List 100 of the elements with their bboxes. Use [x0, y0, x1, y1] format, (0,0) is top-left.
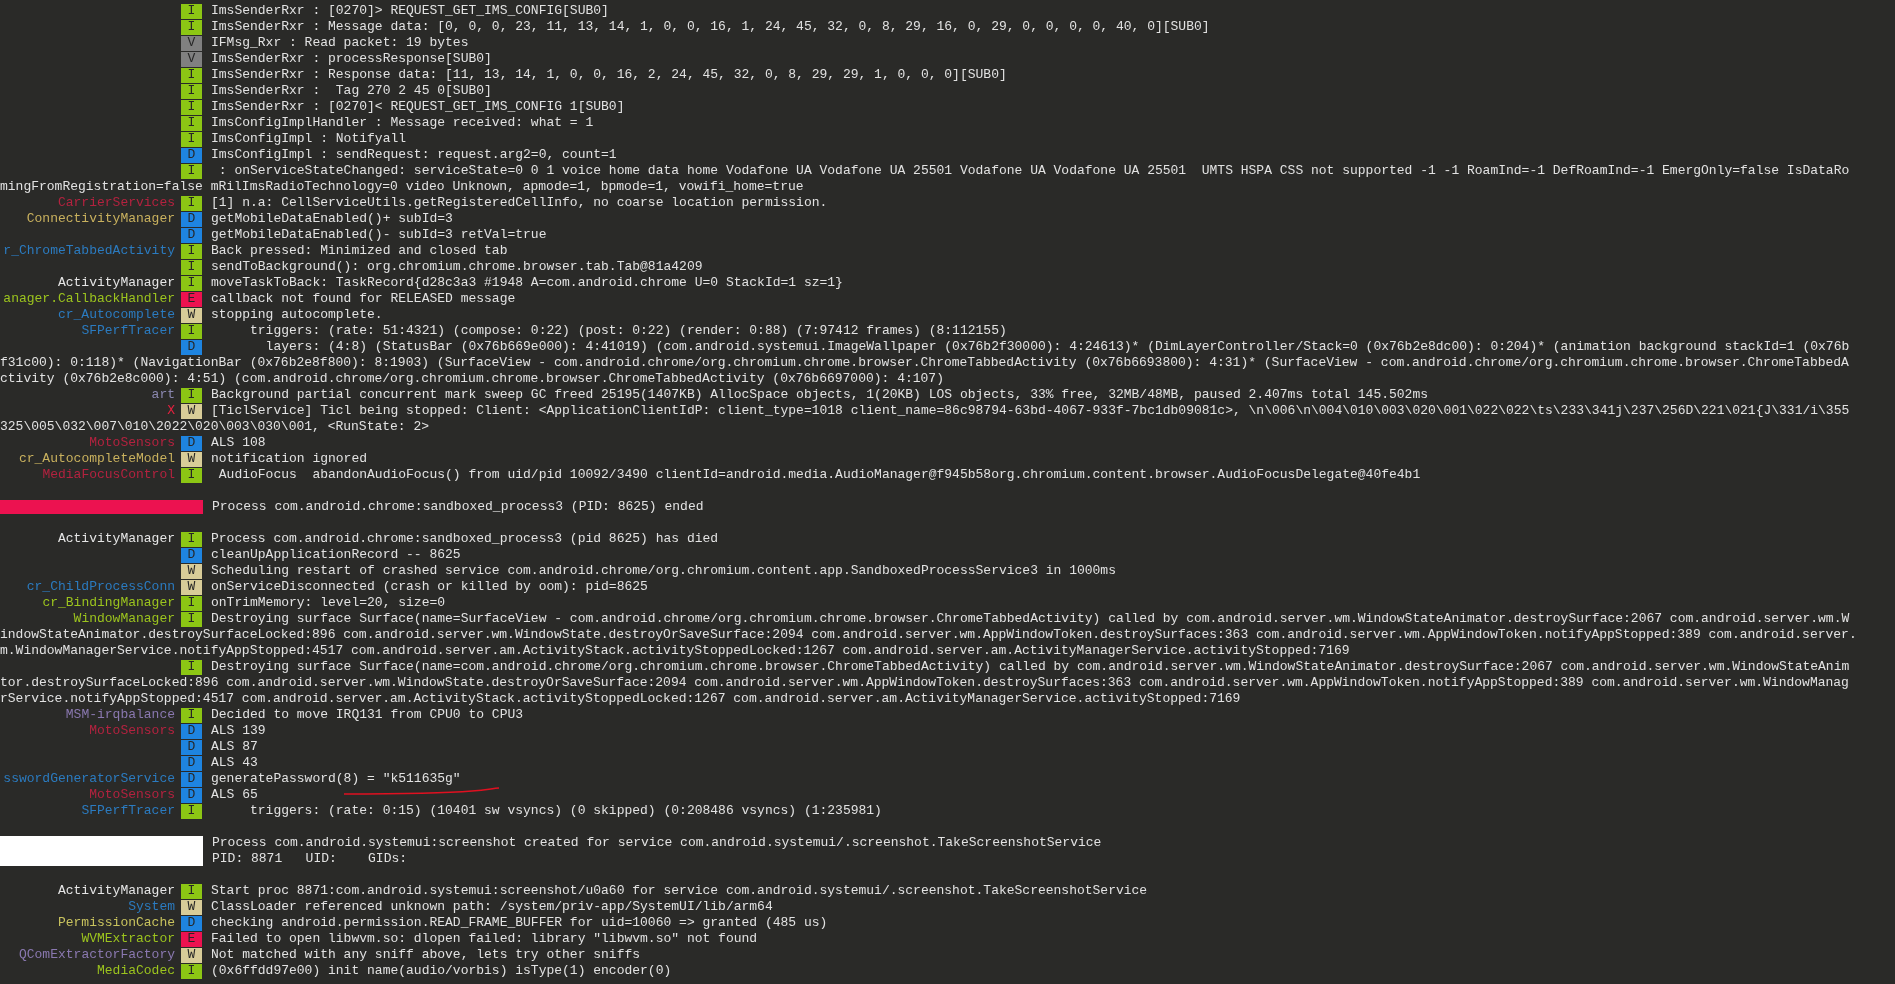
log-tag: WVMExtractor — [81, 931, 175, 947]
priority-badge: D — [181, 723, 202, 739]
priority-badge: I — [181, 275, 202, 291]
log-message: Start proc 8871:com.android.systemui:screenshot/u0a60 for service com.android.systemui/.screenshot.TakeScreenshotService — [211, 883, 1148, 898]
log-message: Scheduling restart of crashed service com.android.chrome/org.chromium.content.app.SandboxedProcessService3 in 1000ms — [211, 563, 1116, 578]
log-tag: cr_AutocompleteModel — [18, 451, 175, 467]
priority-badge: I — [181, 131, 202, 147]
log-message: ImsSenderRxr : [0270]< REQUEST_GET_IMS_CONFIG 1[SUB0] — [211, 99, 625, 114]
priority-badge: I — [181, 803, 202, 819]
log-message: ImsConfigImplHandler : Message received: what = 1 — [211, 115, 594, 130]
log-message: ClassLoader referenced unknown path: /system/priv-app/SystemUI/lib/arm64 — [211, 899, 773, 914]
log-message: Process com.android.systemui:screenshot created for service com.android.systemui/.screenshot.TakeScreenshotService — [212, 835, 1102, 851]
log-tag: CarrierServices — [57, 195, 175, 211]
log-message: mingFromRegistration=false mRilImsRadioTechnology=0 video Unknown, apmode=1, bpmode=1, vowifi_home=true — [0, 179, 804, 195]
log-message: Not matched with any sniff above, lets try other sniffs — [211, 947, 641, 962]
log-tag: ActivityManager — [57, 531, 175, 547]
priority-badge: D — [181, 227, 202, 243]
log-tag: PermissionCache — [57, 915, 175, 931]
priority-badge: D — [181, 211, 202, 227]
log-message: : onServiceStateChanged: serviceState=0 0 1 voice home data home Vodafone UA Vodafone UA 25501 Vodafone UA Vodafone UA 25501 UMTS HSPA CSS not supported -1 -1 RoamInd=-1 DefRoamInd=-1 EmergOnly=false IsDataRo — [217, 163, 1850, 178]
log-message: ALS 65 — [211, 787, 258, 802]
priority-badge: I — [181, 883, 202, 899]
priority-badge: W — [181, 579, 202, 595]
log-message: ImsConfigImpl : Notifyall — [211, 131, 407, 146]
log-message: Process com.android.chrome:sandboxed_process3 (PID: 8625) ended — [212, 499, 704, 515]
priority-badge: I — [181, 659, 202, 675]
priority-badge: W — [181, 899, 202, 915]
priority-badge: I — [181, 963, 202, 979]
log-message: m.WindowManagerService.notifyAppStopped:4517 com.android.server.am.ActivityStack.activityStoppedLocked:1267 com.android.server.am.ActivityManagerService.activityStopped:7169 — [0, 643, 1350, 659]
log-message: ALS 87 — [211, 739, 258, 754]
log-message: ALS 43 — [211, 755, 258, 770]
log-tag: MotoSensors — [89, 787, 175, 803]
priority-badge: I — [181, 467, 202, 483]
log-message: generatePassword(8) = "k511635g" — [211, 771, 461, 786]
log-message: onServiceDisconnected (crash or killed by oom): pid=8625 — [211, 579, 648, 594]
log-tag: SFPerfTracer — [81, 803, 175, 819]
log-message: IFMsg_Rxr : Read packet: 19 bytes — [211, 35, 469, 50]
log-message: ImsConfigImpl : sendRequest: request.arg2=0, count=1 — [211, 147, 617, 162]
log-message: ALS 139 — [211, 723, 266, 738]
priority-badge: I — [181, 259, 202, 275]
log-message: callback not found for RELEASED message — [211, 291, 516, 306]
log-message: stopping autocomplete. — [211, 307, 383, 322]
priority-badge: W — [181, 403, 202, 419]
log-tag: cr_Autocomplete — [57, 307, 175, 323]
log-tag: ActivityManager — [57, 883, 175, 899]
priority-badge: W — [181, 563, 202, 579]
priority-badge: I — [181, 19, 202, 35]
log-message: ImsSenderRxr : Message data: [0, 0, 0, 23, 11, 13, 14, 1, 0, 0, 16, 1, 24, 45, 32, 0, 8, 29, 16, 0, 29, 0, 0, 0, 0, 40, 0][SUB0] — [211, 19, 1210, 34]
log-tag: ActivityManager — [57, 275, 175, 291]
log-message: 325\005\032\007\010\2022\020\003\030\001, <RunState: 2> — [0, 419, 430, 435]
log-tag: WindowManager — [73, 611, 175, 627]
priority-badge: I — [181, 323, 202, 339]
priority-badge: I — [181, 611, 202, 627]
priority-badge: D — [181, 339, 202, 355]
log-message: notification ignored — [211, 451, 368, 466]
log-message: rService.notifyAppStopped:4517 com.android.server.am.ActivityStack.activityStoppedLocked:1267 com.android.server.am.ActivityManagerService.activityStopped:7169 — [0, 691, 1241, 707]
log-message: ALS 108 — [211, 435, 266, 450]
priority-badge: I — [181, 3, 202, 19]
log-message: triggers: (rate: 51:4321) (compose: 0:22) (post: 0:22) (render: 0:88) (7:97412 frames) (8:112155) — [249, 323, 1007, 338]
log-message: indowStateAnimator.destroySurfaceLocked:896 com.android.server.wm.WindowState.destroyOrSaveSurface:2094 com.android.server.wm.AppWindowToken.destroySurfaces:363 com.android.server.wm.AppWindowToken.notifyAppStopped:389 com.android.server. — [0, 627, 1857, 643]
log-message: [1] n.a: CellServiceUtils.getRegisteredCellInfo, no coarse location permission. — [211, 195, 828, 210]
log-message: ImsSenderRxr : [0270]> REQUEST_GET_IMS_CONFIG[SUB0] — [211, 3, 609, 18]
log-tag: MediaCodec — [97, 963, 175, 979]
priority-badge: I — [181, 67, 202, 83]
log-message: moveTaskToBack: TaskRecord{d28c3a3 #1948 A=com.android.chrome U=0 StackId=1 sz=1} — [211, 275, 843, 290]
priority-badge: E — [181, 291, 202, 307]
priority-badge: I — [181, 707, 202, 723]
log-tag: MSM-irqbalance — [65, 707, 175, 723]
priority-badge: I — [181, 99, 202, 115]
priority-badge: D — [181, 547, 202, 563]
log-message: Back pressed: Minimized and closed tab — [211, 243, 508, 258]
priority-badge: I — [181, 531, 202, 547]
priority-badge: I — [181, 195, 202, 211]
log-message: getMobileDataEnabled()+ subId=3 — [211, 211, 453, 226]
log-message: cleanUpApplicationRecord -- 8625 — [211, 547, 461, 562]
priority-badge: I — [181, 243, 202, 259]
log-tag: X — [167, 403, 175, 419]
priority-badge: W — [181, 451, 202, 467]
log-message: tor.destroySurfaceLocked:896 com.android.server.wm.WindowState.destroyOrSaveSurface:2094 com.android.server.wm.AppWindowToken.destroySurfaces:363 com.android.server.wm.AppWindowToken.notifyAppStopped:389 com.android.server.wm.WindowManag — [0, 675, 1849, 691]
priority-badge: D — [181, 787, 202, 803]
priority-badge: I — [181, 83, 202, 99]
log-message: PID: 8871 UID: GIDs: — [212, 851, 409, 867]
priority-badge: D — [181, 435, 202, 451]
log-message: ImsSenderRxr : Response data: [11, 13, 14, 1, 0, 0, 16, 2, 24, 45, 32, 0, 8, 29, 29, 1, 0, 0, 0][SUB0] — [211, 67, 1007, 82]
log-message: Decided to move IRQ131 from CPU0 to CPU3 — [211, 707, 524, 722]
priority-badge: I — [181, 595, 202, 611]
priority-badge: I — [181, 387, 202, 403]
log-message: onTrimMemory: level=20, size=0 — [211, 595, 446, 610]
priority-badge: D — [181, 915, 202, 931]
priority-badge: W — [181, 947, 202, 963]
priority-badge: W — [181, 307, 202, 323]
log-message: (0x6ffdd97e00) init name(audio/vorbis) isType(1) encoder(0) — [211, 963, 672, 978]
log-tag: MediaFocusControl — [42, 467, 175, 483]
log-message: Background partial concurrent mark sweep GC freed 25195(1407KB) AllocSpace objects, 1(20KB) LOS objects, 33% free, 32MB/48MB, paused 2.407ms total 145.502ms — [211, 387, 1428, 402]
log-tag: anager.CallbackHandler — [3, 291, 175, 307]
priority-badge: I — [181, 115, 202, 131]
log-tag: r_ChromeTabbedActivity — [3, 243, 175, 259]
log-message: sendToBackground(): org.chromium.chrome.browser.tab.Tab@81a4209 — [211, 259, 703, 274]
log-message: Process com.android.chrome:sandboxed_process3 (pid 8625) has died — [211, 531, 719, 546]
log-tag: sswordGeneratorService — [3, 771, 175, 787]
